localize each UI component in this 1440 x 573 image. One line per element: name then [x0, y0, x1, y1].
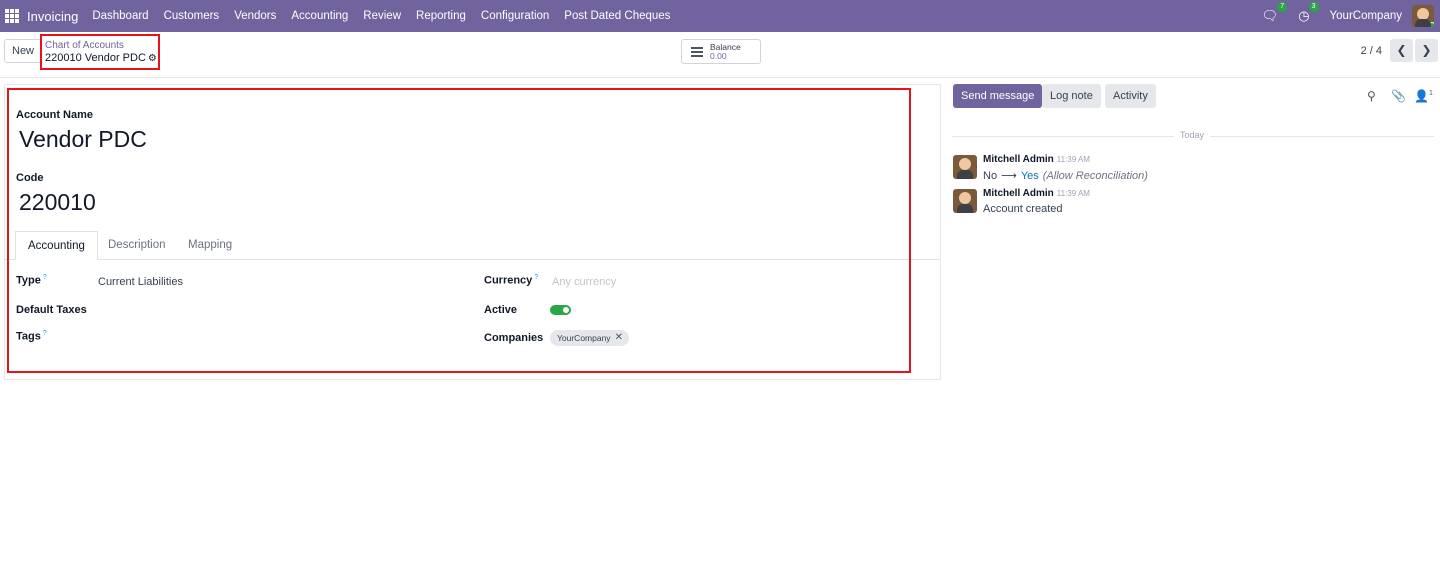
arrow-right-icon: ⟶: [1001, 170, 1017, 182]
menu-dashboard[interactable]: Dashboard: [92, 10, 148, 22]
breadcrumb-parent-link[interactable]: Chart of Accounts: [45, 40, 155, 51]
message-avatar[interactable]: [953, 189, 977, 213]
menu-review[interactable]: Review: [363, 10, 401, 22]
menu-reporting[interactable]: Reporting: [416, 10, 466, 22]
log-note-button[interactable]: Log note: [1042, 84, 1101, 108]
followers-count: 1: [1428, 90, 1433, 97]
breadcrumb: Chart of Accounts 220010 Vendor PDC ⚙: [40, 34, 160, 70]
new-button[interactable]: New: [4, 39, 43, 63]
followers-icon[interactable]: 👤1: [1414, 89, 1433, 103]
activities-clock-icon[interactable]: ◷ 3: [1298, 2, 1319, 24]
send-message-button[interactable]: Send message: [953, 84, 1043, 108]
balance-smart-button[interactable]: Balance 0.00: [681, 39, 761, 64]
menu-customers[interactable]: Customers: [164, 10, 220, 22]
gear-icon[interactable]: ⚙: [148, 53, 157, 64]
app-name[interactable]: Invoicing: [27, 9, 78, 24]
messages-badge: 7: [1277, 2, 1288, 12]
tracked-field-name: (Allow Reconciliation): [1042, 170, 1148, 182]
pager-value[interactable]: 2 / 4: [1361, 45, 1382, 57]
search-icon[interactable]: ⚲: [1367, 89, 1376, 103]
tracking-change: No ⟶ Yes (Allow Reconciliation): [983, 169, 1148, 182]
breadcrumb-current: 220010 Vendor PDC ⚙: [45, 52, 157, 65]
balance-value: 0.00: [710, 50, 727, 61]
old-value: No: [983, 170, 998, 182]
user-avatar[interactable]: [1412, 5, 1434, 27]
new-value: Yes: [1020, 170, 1039, 182]
activity-button[interactable]: Activity: [1105, 84, 1156, 108]
message-avatar[interactable]: [953, 155, 977, 179]
message-author-name[interactable]: Mitchell Admin: [983, 188, 1054, 199]
message-author: Mitchell Admin 11:39 AM: [983, 188, 1090, 199]
message-time: 11:39 AM: [1056, 155, 1090, 164]
messages-icon[interactable]: 🗨 7: [1262, 2, 1288, 24]
paperclip-icon[interactable]: 📎: [1391, 89, 1406, 103]
message-time: 11:39 AM: [1056, 189, 1090, 198]
apps-grid-icon[interactable]: [5, 9, 19, 23]
message-body: Account created: [983, 203, 1063, 215]
message-author: Mitchell Admin 11:39 AM: [983, 154, 1090, 165]
menu-configuration[interactable]: Configuration: [481, 10, 549, 22]
menu-vendors[interactable]: Vendors: [234, 10, 276, 22]
chevron-left-icon[interactable]: ❮: [1390, 39, 1413, 62]
list-bars-icon: [691, 46, 703, 57]
control-panel: New Chart of Accounts 220010 Vendor PDC ⚙…: [0, 32, 1440, 78]
message-author-name[interactable]: Mitchell Admin: [983, 154, 1054, 165]
online-status-icon: [1429, 22, 1434, 27]
breadcrumb-current-label: 220010 Vendor PDC: [45, 52, 146, 64]
form-highlight-box: [7, 88, 911, 373]
activities-badge: 3: [1308, 2, 1319, 12]
menu-accounting[interactable]: Accounting: [291, 10, 348, 22]
date-separator: Today: [1174, 130, 1211, 140]
top-navbar: Invoicing Dashboard Customers Vendors Ac…: [0, 0, 1440, 32]
company-switcher[interactable]: YourCompany: [1330, 10, 1402, 22]
chevron-right-icon[interactable]: ❯: [1415, 39, 1438, 62]
menu-post-dated-cheques[interactable]: Post Dated Cheques: [564, 10, 670, 22]
